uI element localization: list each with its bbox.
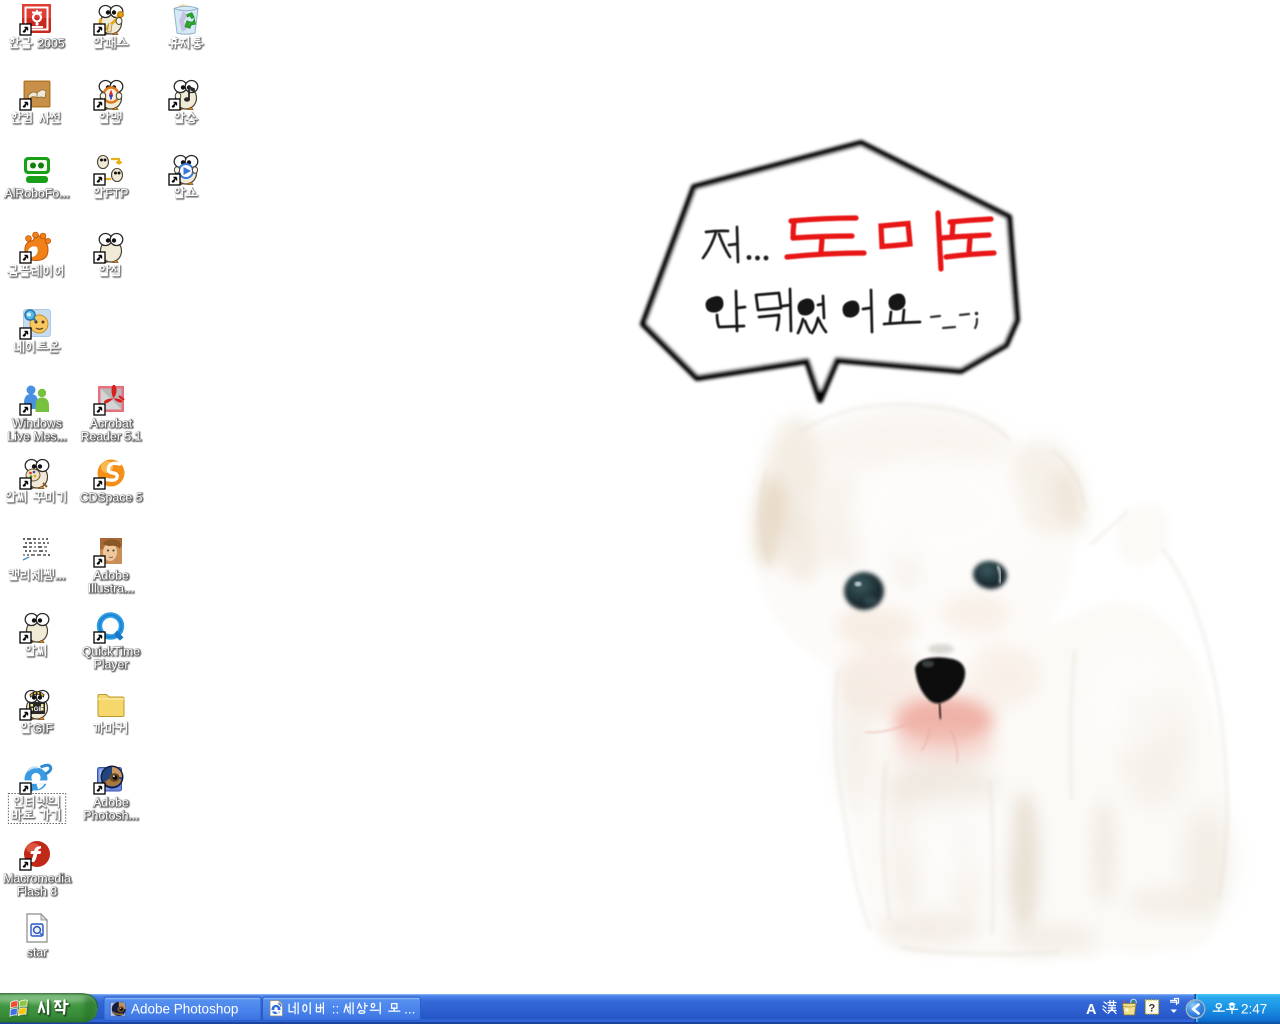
svg-text:Player: Player [94, 657, 129, 671]
svg-text:GIF: GIF [33, 721, 54, 735]
svg-text:2:47: 2:47 [1241, 1002, 1267, 1017]
svg-text:FTP: FTP [105, 186, 128, 200]
svg-text:...: ... [55, 568, 65, 582]
svg-text:CDSpace 5: CDSpace 5 [80, 490, 143, 504]
svg-text:A: A [1086, 1002, 1097, 1018]
svg-text:...: ... [404, 1002, 415, 1017]
svg-text:Acrobat: Acrobat [90, 416, 133, 430]
svg-text:star: star [27, 945, 48, 959]
svg-text:Windows: Windows [12, 416, 62, 430]
svg-text:?: ? [1149, 1003, 1156, 1015]
svg-text:Adobe Photoshop: Adobe Photoshop [131, 1002, 238, 1017]
svg-text:Adobe: Adobe [93, 568, 129, 582]
svg-text:Live Mes...: Live Mes... [7, 429, 66, 443]
svg-text:Flash 8: Flash 8 [17, 884, 57, 898]
svg-text:Reader 5.1: Reader 5.1 [81, 429, 142, 443]
svg-text:QuickTime: QuickTime [82, 644, 140, 658]
svg-text:Illustra...: Illustra... [88, 581, 134, 595]
svg-text:Photosh...: Photosh... [83, 808, 138, 822]
svg-text:Adobe: Adobe [93, 795, 129, 809]
svg-text:::: :: [332, 1002, 340, 1017]
svg-text:AlRoboFo...: AlRoboFo... [5, 186, 70, 200]
svg-text:2005: 2005 [37, 36, 65, 50]
svg-text:Macromedia: Macromedia [3, 871, 71, 885]
svg-text:GIF: GIF [34, 707, 44, 713]
